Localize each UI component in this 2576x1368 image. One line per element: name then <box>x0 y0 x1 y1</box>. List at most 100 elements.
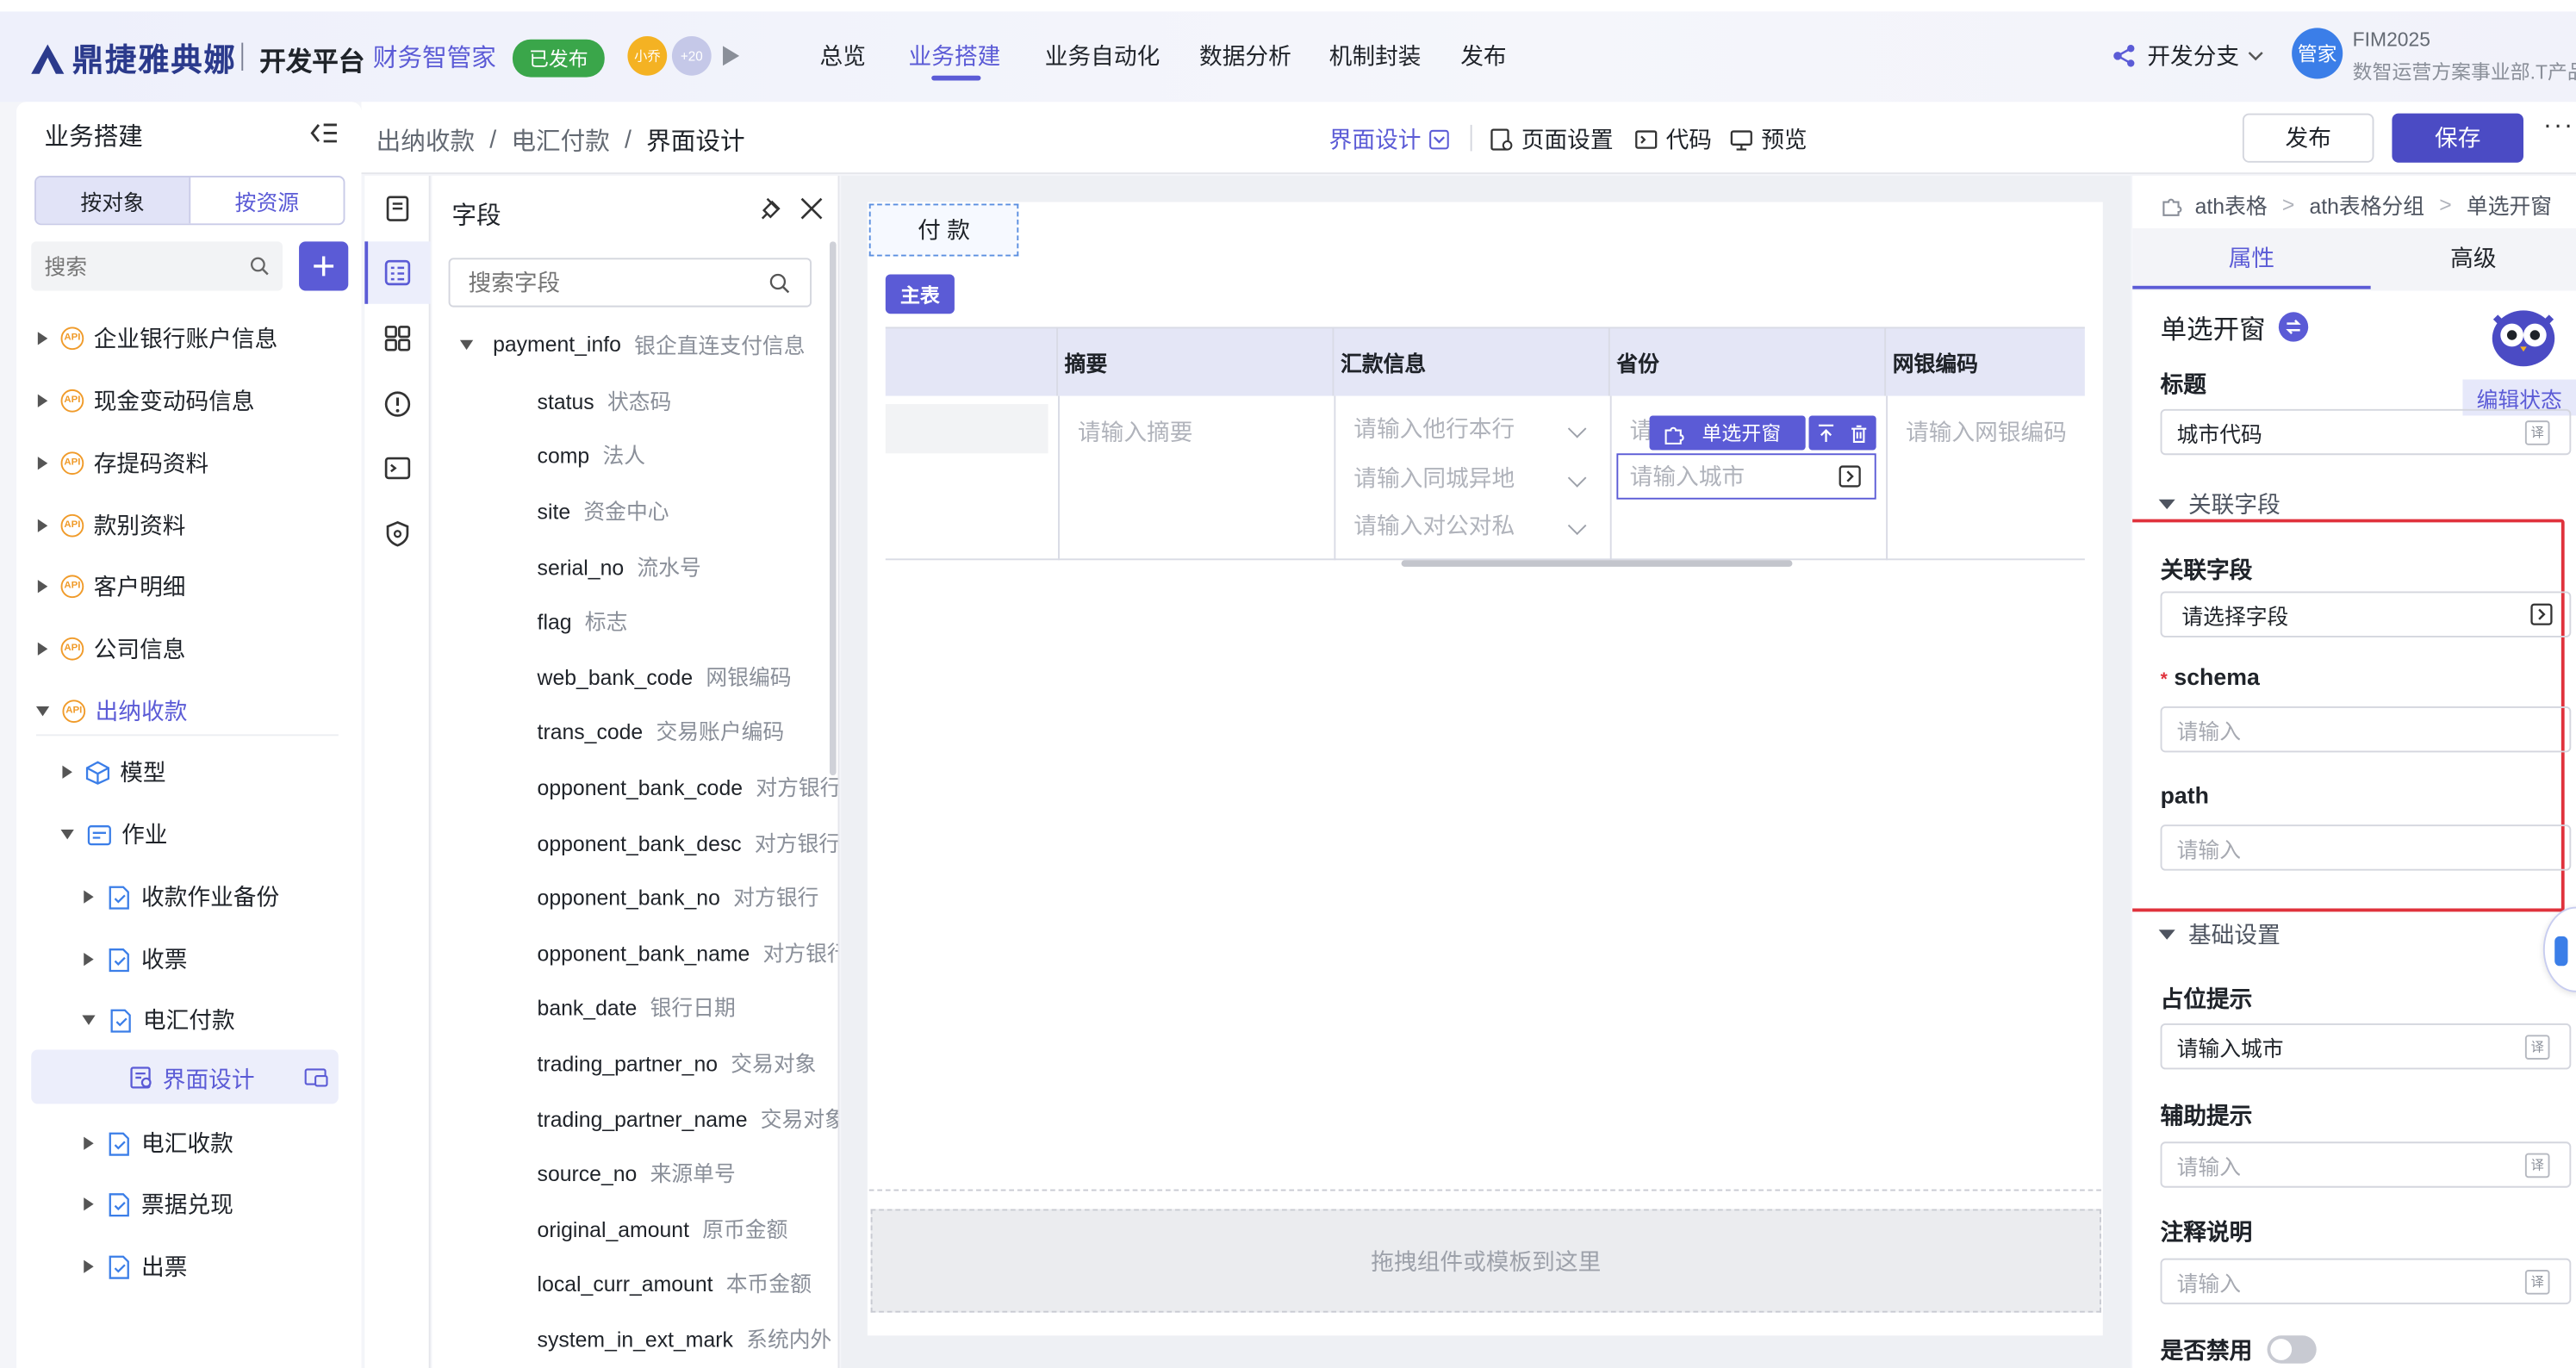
preview-button[interactable]: 预览 <box>1730 123 1808 156</box>
field-item[interactable]: site 资金中心 <box>538 494 669 525</box>
terminal-icon[interactable] <box>381 451 414 484</box>
field-search-input[interactable] <box>450 259 746 306</box>
drop-zone[interactable]: 拖拽组件或模板到这里 <box>870 1209 2101 1313</box>
play-icon[interactable] <box>721 44 741 67</box>
remit-select-2[interactable]: 请输入同城异地 <box>1353 462 1587 494</box>
user-avatar[interactable]: 管家 <box>2292 28 2343 79</box>
sidebar-search-input[interactable] <box>31 241 229 291</box>
page-outline-icon[interactable] <box>381 192 414 225</box>
field-item[interactable]: opponent_bank_desc 对方银行 <box>538 826 838 857</box>
horizontal-scrollbar[interactable] <box>1401 560 1793 567</box>
field-list-icon[interactable] <box>381 256 414 289</box>
view-mode-toggle[interactable]: 按对象 按资源 <box>34 176 345 226</box>
field-item[interactable]: opponent_bank_no 对方银行 <box>538 880 819 911</box>
nav-automation[interactable]: 业务自动化 <box>1045 40 1160 72</box>
translate-icon[interactable]: 译 <box>2524 1035 2550 1060</box>
trash-icon[interactable] <box>1851 423 1869 443</box>
tab-advanced[interactable]: 高级 <box>2371 228 2576 288</box>
seg-by-object[interactable]: 按对象 <box>35 177 190 224</box>
summary-input[interactable]: 请输入摘要 <box>1078 415 1192 448</box>
field-item[interactable]: trading_partner_name 交易对象 <box>538 1103 838 1134</box>
open-picker-icon[interactable] <box>1839 465 1862 488</box>
switch-icon[interactable] <box>2277 310 2310 343</box>
field-item[interactable]: opponent_bank_code 对方银行 <box>538 770 838 801</box>
code-button[interactable]: 代码 <box>1634 123 1712 156</box>
tree-item-receive-bill[interactable]: 收票 <box>84 942 187 978</box>
app-name[interactable]: 财务智管家 <box>373 40 496 74</box>
field-item[interactable]: flag 标志 <box>538 605 628 636</box>
field-group-payment-info[interactable]: payment_info 银企直连支付信息 <box>459 328 806 359</box>
field-item[interactable]: trading_partner_no 交易对象 <box>538 1047 817 1078</box>
tab-properties[interactable]: 属性 <box>2132 228 2371 288</box>
open-window-icon[interactable] <box>304 1067 329 1087</box>
col-web-bank-code[interactable]: 网银编码 <box>1886 326 2085 395</box>
tree-item-bill-cash[interactable]: 票据兑现 <box>84 1186 233 1222</box>
field-item[interactable]: local_curr_amount 本币金额 <box>538 1266 812 1297</box>
schema-input[interactable]: 请输入 <box>2160 706 2572 753</box>
disabled-toggle[interactable] <box>2267 1335 2317 1364</box>
tree-item-customer-detail[interactable]: API 客户明细 <box>37 569 185 605</box>
tree-item-company-info[interactable]: API 公司信息 <box>37 631 185 667</box>
tree-item-wire-receive[interactable]: 电汇收款 <box>84 1125 233 1161</box>
field-item[interactable]: opponent_bank_name对方银行 <box>538 936 838 967</box>
col-summary[interactable]: 摘要 <box>1058 326 1335 396</box>
city-input[interactable]: 请输入城市 <box>1616 453 1876 500</box>
field-item[interactable]: bank_date 银行日期 <box>538 991 736 1022</box>
components-icon[interactable] <box>381 322 414 355</box>
note-input[interactable]: 请输入译 <box>2160 1258 2572 1305</box>
col-remittance[interactable]: 汇款信息 <box>1334 326 1610 396</box>
path-input[interactable]: 请输入 <box>2160 824 2572 871</box>
scrollbar[interactable] <box>829 241 837 776</box>
nav-business-build[interactable]: 业务搭建 <box>909 40 1001 72</box>
nav-overview[interactable]: 总览 <box>820 40 866 72</box>
component-chip[interactable]: 单选开窗 <box>1649 415 1806 451</box>
add-button[interactable] <box>299 241 349 291</box>
remit-select-3[interactable]: 请输入对公对私 <box>1353 509 1587 542</box>
field-item[interactable]: web_bank_code 网银编码 <box>538 661 792 692</box>
section-related-field[interactable]: 关联字段 <box>2158 488 2280 520</box>
tree-item-model[interactable]: 模型 <box>62 754 166 790</box>
tab-payment[interactable]: 付 款 <box>868 203 1019 257</box>
sidebar-search[interactable] <box>31 241 283 291</box>
field-item[interactable]: system_in_ext_mark 系统内外 <box>538 1322 832 1353</box>
branch-selector[interactable]: 开发分支 <box>2111 40 2263 72</box>
section-basic-settings[interactable]: 基础设置 <box>2158 918 2280 951</box>
title-input[interactable]: 城市代码译 <box>2160 408 2572 456</box>
tree-item-cash-change[interactable]: API 现金变动码信息 <box>37 382 255 419</box>
tree-item-receipt-backup[interactable]: 收款作业备份 <box>84 879 279 915</box>
tree-item-deposit-code[interactable]: API 存提码资料 <box>37 445 208 482</box>
field-item[interactable]: original_amount 原币金额 <box>538 1212 788 1243</box>
nav-analytics[interactable]: 数据分析 <box>1199 40 1291 72</box>
shield-icon[interactable] <box>381 518 414 550</box>
tab-ui-design[interactable]: 界面设计 <box>1329 123 1449 156</box>
related-field-select[interactable]: 请选择字段 <box>2160 591 2572 637</box>
warning-icon[interactable] <box>381 388 414 420</box>
tree-item-issue-bill[interactable]: 出票 <box>84 1248 187 1284</box>
row-selector-cell[interactable] <box>885 404 1048 454</box>
field-item[interactable]: source_no 来源单号 <box>538 1156 736 1187</box>
translate-icon[interactable]: 译 <box>2524 1270 2550 1295</box>
nav-publish[interactable]: 发布 <box>1460 40 1506 72</box>
field-item[interactable]: comp 法人 <box>538 438 645 469</box>
field-item[interactable]: trans_code 交易账户编码 <box>538 715 785 746</box>
field-item[interactable]: status 状态码 <box>538 384 672 415</box>
main-table-badge[interactable]: 主表 <box>885 274 955 314</box>
breadcrumb-item[interactable]: 出纳收款 <box>376 123 475 158</box>
field-item[interactable]: serial_no 流水号 <box>538 550 701 581</box>
brand[interactable]: 鼎捷雅典娜 <box>29 36 236 80</box>
page-settings-button[interactable]: 页面设置 <box>1490 123 1614 156</box>
save-button[interactable]: 保存 <box>2392 113 2523 163</box>
col-province[interactable]: 省份 <box>1610 326 1887 396</box>
tree-item-payment-type[interactable]: API 款别资料 <box>37 507 185 544</box>
avatar[interactable]: 小乔 <box>627 35 668 76</box>
collapse-icon[interactable] <box>308 120 338 146</box>
tree-item-cashier-receipt[interactable]: API 出纳收款 <box>35 693 187 730</box>
web-bank-code-input[interactable]: 请输入网银编码 <box>1906 415 2067 448</box>
close-icon[interactable] <box>800 197 824 221</box>
assistant-fab[interactable] <box>2542 906 2576 992</box>
tree-item-bank-account[interactable]: API 企业银行账户信息 <box>37 320 277 357</box>
pin-icon[interactable] <box>759 196 786 222</box>
open-picker-icon[interactable] <box>2530 603 2554 626</box>
placeholder-input[interactable]: 请输入城市译 <box>2160 1023 2572 1070</box>
field-search[interactable] <box>448 258 812 308</box>
